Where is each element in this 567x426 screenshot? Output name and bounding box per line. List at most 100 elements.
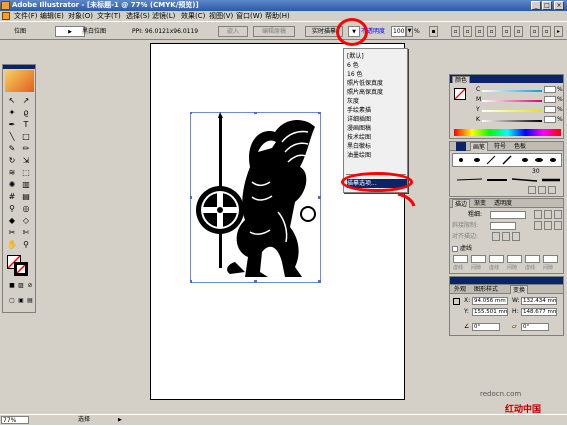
cap-square-icon[interactable] — [554, 210, 562, 219]
status-menu-icon[interactable]: ▶ — [118, 415, 122, 425]
join-round-icon[interactable] — [544, 221, 552, 230]
minimize-button[interactable]: _ — [531, 1, 541, 10]
tab-transparency[interactable]: 透明度 — [492, 199, 514, 208]
k-input[interactable] — [544, 116, 556, 123]
opacity-dropdown-icon[interactable]: ▼ — [406, 26, 413, 37]
dash-2[interactable] — [489, 255, 504, 263]
reference-point-icon[interactable] — [453, 298, 460, 305]
menu-item-ink[interactable]: 油墨绘图 — [347, 151, 407, 160]
menu-item-photo-high[interactable]: 照片高保真度 — [347, 88, 407, 97]
align-icon-4[interactable]: ▫ — [487, 26, 496, 37]
menu-item-hand-sketch[interactable]: 手绘素描 — [347, 106, 407, 115]
align-inside-icon[interactable] — [502, 232, 510, 241]
menu-select[interactable]: 选择(S) — [126, 11, 150, 21]
type-tool-icon[interactable]: T — [20, 119, 32, 130]
w-input[interactable]: 132.434 mm — [521, 297, 557, 305]
options-brush-icon[interactable] — [538, 186, 546, 194]
panel-icon[interactable]: ▪ — [429, 26, 438, 37]
hand-tool-icon[interactable]: ✋ — [6, 239, 18, 250]
none-mode-icon[interactable]: ⊘ — [24, 280, 36, 291]
y-slider[interactable] — [482, 110, 542, 112]
blend-tool-icon[interactable]: ◎ — [20, 203, 32, 214]
align-icon-5[interactable]: ▫ — [502, 26, 511, 37]
m-slider[interactable] — [482, 100, 542, 102]
menu-file[interactable]: 文件(F) — [14, 11, 38, 21]
join-bevel-icon[interactable] — [554, 221, 562, 230]
placed-image[interactable] — [189, 111, 321, 283]
tab-stroke[interactable]: 描边 — [452, 199, 471, 208]
tab-graphic-styles[interactable]: 图形样式 — [472, 285, 500, 294]
graph-tool-icon[interactable]: ▥ — [20, 179, 32, 190]
pen-tool-icon[interactable]: ✒ — [6, 119, 18, 130]
edit-original-button[interactable]: 编辑原稿 — [253, 26, 295, 37]
screen-mode-3-icon[interactable]: ▤ — [24, 295, 36, 306]
menu-help[interactable]: 帮助(H) — [265, 11, 290, 21]
menu-item-comic[interactable]: 漫画图稿 — [347, 124, 407, 133]
delete-brush-icon[interactable] — [548, 186, 556, 194]
zoom-tool-icon[interactable]: ⚲ — [20, 239, 32, 250]
gap-1[interactable] — [471, 255, 486, 263]
angle-input[interactable]: 0° — [472, 323, 500, 331]
dash-checkbox[interactable] — [452, 246, 458, 252]
lasso-icon[interactable]: ϱ — [20, 107, 32, 118]
menu-item-6-colors[interactable]: 6 色 — [347, 61, 407, 70]
align-icon-3[interactable]: ▫ — [475, 26, 484, 37]
new-brush-icon[interactable] — [528, 186, 536, 194]
menu-object[interactable]: 对象(O) — [68, 11, 93, 21]
stroke-swatch[interactable] — [14, 262, 28, 276]
gap-2[interactable] — [507, 255, 522, 263]
align-outside-icon[interactable] — [512, 232, 520, 241]
symbol-sprayer-icon[interactable]: ✺ — [6, 179, 18, 190]
menu-item-16-colors[interactable]: 16 色 — [347, 70, 407, 79]
brush-list[interactable] — [452, 153, 562, 167]
align-icon-7[interactable]: ▫ — [530, 26, 539, 37]
rotate-tool-icon[interactable]: ↻ — [6, 155, 18, 166]
menu-view[interactable]: 视图(V) — [209, 11, 233, 21]
rectangle-tool-icon[interactable]: □ — [20, 131, 32, 142]
menu-edit[interactable]: 编辑(E) — [40, 11, 64, 21]
dash-1[interactable] — [453, 255, 468, 263]
line-tool-icon[interactable]: ╲ — [6, 131, 18, 142]
tab-symbols[interactable]: 符号 — [492, 142, 508, 151]
menu-window[interactable]: 窗口(W) — [236, 11, 262, 21]
tab-color[interactable]: 颜色 — [452, 76, 471, 84]
tab-swatches[interactable]: 色板 — [512, 142, 528, 151]
scissors-icon[interactable]: ✂ — [6, 227, 18, 238]
brush-strokes[interactable] — [452, 176, 562, 184]
menu-type[interactable]: 文字(T) — [97, 11, 121, 21]
menu-effect[interactable]: 效果(C) — [181, 11, 205, 21]
gradient-tool-icon[interactable]: ▤ — [20, 191, 32, 202]
color-fill-swatch[interactable] — [454, 88, 466, 100]
mesh-tool-icon[interactable]: # — [6, 191, 18, 202]
shear-input[interactable]: 0° — [521, 323, 549, 331]
m-input[interactable] — [544, 96, 556, 103]
color-spectrum[interactable] — [454, 129, 561, 136]
menu-item-technical[interactable]: 技术绘图 — [347, 133, 407, 142]
menu-filter[interactable]: 滤镜(L) — [152, 11, 175, 21]
dash-3[interactable] — [525, 255, 540, 263]
weight-input[interactable] — [490, 211, 526, 219]
h-input[interactable]: 148.677 mm — [521, 308, 557, 316]
pencil-icon[interactable]: ✏ — [20, 143, 32, 154]
knife-icon[interactable]: ✄ — [20, 227, 32, 238]
align-icon[interactable]: ▫ — [451, 26, 460, 37]
selection-tool-icon[interactable]: ↖ — [6, 95, 18, 106]
warp-tool-icon[interactable]: ≋ — [6, 167, 18, 178]
control-menu-icon[interactable]: ▸ — [554, 26, 563, 37]
gap-3[interactable] — [543, 255, 558, 263]
menu-item-photo-low[interactable]: 照片低保真度 — [347, 79, 407, 88]
menu-item-bw-logo[interactable]: 黑白徽标 — [347, 142, 407, 151]
paintbrush-icon[interactable]: ✎ — [6, 143, 18, 154]
embed-button[interactable]: 嵌入 — [218, 26, 248, 37]
maximize-button[interactable]: □ — [542, 1, 552, 10]
align-center-icon[interactable] — [492, 232, 500, 241]
join-miter-icon[interactable] — [534, 221, 542, 230]
scale-tool-icon[interactable]: ⇲ — [20, 155, 32, 166]
cap-round-icon[interactable] — [544, 210, 552, 219]
align-icon-2[interactable]: ▫ — [463, 26, 472, 37]
align-icon-6[interactable]: ▫ — [514, 26, 523, 37]
k-slider[interactable] — [482, 120, 542, 122]
magic-wand-icon[interactable]: ✦ — [6, 107, 18, 118]
tab-gradient[interactable]: 渐变 — [472, 199, 488, 208]
free-transform-icon[interactable]: ⬚ — [20, 167, 32, 178]
